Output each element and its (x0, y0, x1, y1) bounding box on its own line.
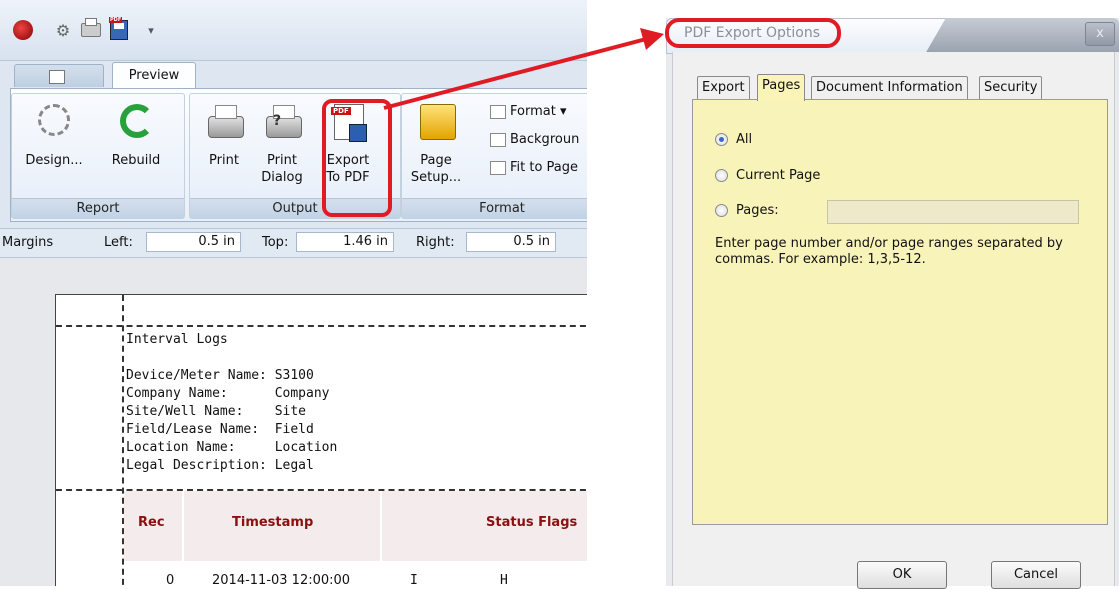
report-group: Design... Rebuild Report (11, 93, 185, 219)
radio-unchecked-icon (715, 169, 728, 182)
printer-icon (208, 105, 244, 138)
dialog-body: Export Pages Document Information Securi… (672, 52, 1115, 589)
chevron-down-icon: ▾ (559, 104, 567, 119)
background-button[interactable]: Backgroun (490, 130, 579, 150)
pdf-export-options-dialog: PDF Export Options x Export Pages Docume… (666, 18, 1119, 589)
format-icon (490, 104, 506, 119)
report-title: Interval Logs (126, 332, 228, 347)
tab-security[interactable]: Security (979, 76, 1043, 99)
top-margin-guide (56, 325, 587, 327)
status-flag-cell: I (410, 573, 418, 586)
tab-pages[interactable]: Pages (757, 74, 806, 101)
app-logo-icon (13, 20, 33, 40)
quick-access-toolbar: ⚙ PDF ▾ (0, 0, 587, 61)
timestamp-cell: 2014-11-03 12:00:00 (212, 573, 351, 586)
report-field: Device/Meter Name: S3100 (126, 368, 314, 383)
arrow-head (640, 28, 664, 50)
customize-toolbar-dropdown-icon[interactable]: ▾ (140, 19, 162, 41)
pages-tab-panel: All Current Page Pages: Enter page numbe… (692, 99, 1108, 525)
current-page-label: Current Page (736, 168, 821, 183)
fit-to-page-icon (490, 160, 506, 175)
margins-label: Margins (2, 235, 54, 250)
tab-design[interactable] (14, 64, 104, 87)
right-margin-input[interactable]: 0.5 in (466, 232, 556, 252)
ok-button[interactable]: OK (857, 561, 947, 589)
tab-preview[interactable]: Preview (112, 62, 196, 90)
timestamp-column-header: Timestamp (232, 515, 314, 530)
export-button-highlight (322, 99, 392, 217)
top-margin-input[interactable]: 1.46 in (296, 232, 394, 252)
all-pages-label: All (736, 132, 753, 147)
status-flags-column-header: Status Flags (486, 515, 578, 530)
refresh-icon (120, 104, 154, 138)
print-dialog-icon: ? (266, 105, 302, 138)
format-group: Page Setup... Format ▾ Backgroun Fit to P… (401, 93, 587, 219)
column-divider (380, 491, 382, 561)
page-setup-button[interactable]: Page Setup... (406, 100, 466, 190)
report-field: Site/Well Name: Site (126, 404, 307, 419)
radio-unchecked-icon (715, 204, 728, 217)
left-margin-input[interactable]: 0.5 in (146, 232, 241, 252)
quick-export-pdf-icon[interactable]: PDF (108, 17, 130, 41)
report-field: Field/Lease Name: Field (126, 422, 314, 437)
right-margin-label: Right: (416, 235, 455, 250)
tab-document-information[interactable]: Document Information (811, 76, 968, 99)
status-flag-cell: H (500, 573, 508, 586)
page-range-label: Pages: (736, 203, 779, 218)
report-preview-area[interactable]: Interval Logs Device/Meter Name: S3100 C… (0, 258, 587, 586)
report-page: Interval Logs Device/Meter Name: S3100 C… (55, 294, 587, 586)
table-header: Rec Timestamp Status Flags (124, 491, 587, 561)
gear-icon (38, 104, 70, 136)
all-pages-option[interactable]: All (715, 132, 752, 147)
ribbon-tabs: Preview (0, 60, 587, 90)
quick-print-icon[interactable] (80, 18, 102, 41)
settings-gear-icon[interactable]: ⚙ (52, 19, 74, 41)
column-divider (182, 491, 184, 561)
left-margin-label: Left: (104, 235, 133, 250)
format-menu-button[interactable]: Format ▾ (490, 102, 566, 122)
margins-bar: Margins Left: 0.5 in Top: 1.46 in Right:… (0, 228, 587, 258)
ribbon: Design... Rebuild Report Print ? Print Di… (10, 88, 587, 222)
radio-checked-icon (715, 133, 728, 146)
close-icon[interactable]: x (1085, 22, 1115, 46)
rebuild-button[interactable]: Rebuild (106, 100, 166, 190)
report-designer-window: ⚙ PDF ▾ Preview Design... Rebuild Report… (0, 0, 587, 586)
tab-export[interactable]: Export (697, 76, 750, 99)
page-setup-icon (420, 104, 456, 140)
report-group-label: Report (12, 198, 184, 218)
report-field: Company Name: Company (126, 386, 330, 401)
print-dialog-label: Print Dialog (261, 153, 303, 185)
design-label: Design... (25, 153, 83, 168)
app-menu-button[interactable] (12, 19, 34, 41)
page-setup-label: Page Setup... (410, 153, 462, 185)
print-dialog-button[interactable]: ? Print Dialog (252, 100, 312, 190)
page-range-option[interactable]: Pages: (715, 203, 779, 218)
top-margin-label: Top: (262, 235, 289, 250)
format-group-label: Format (402, 198, 587, 218)
page-range-hint: Enter page number and/or page ranges sep… (715, 236, 1063, 267)
current-page-option[interactable]: Current Page (715, 168, 820, 183)
cancel-button[interactable]: Cancel (991, 561, 1081, 589)
print-button[interactable]: Print (194, 100, 254, 190)
dialog-title-highlight (665, 18, 841, 48)
report-field: Location Name: Location (126, 440, 338, 455)
rec-column-header: Rec (138, 515, 165, 530)
design-button[interactable]: Design... (24, 100, 84, 190)
rec-cell: 0 (166, 573, 175, 586)
rebuild-label: Rebuild (111, 153, 161, 168)
report-field: Legal Description: Legal (126, 458, 314, 473)
fit-to-page-button[interactable]: Fit to Page (490, 158, 578, 178)
background-icon (490, 132, 506, 147)
design-tab-icon (49, 70, 65, 84)
page-range-input[interactable] (827, 200, 1079, 224)
